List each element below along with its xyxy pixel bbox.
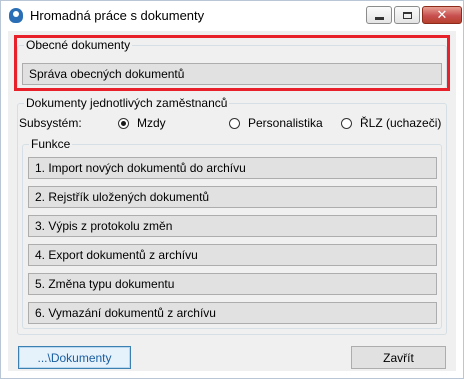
function-change-type-button[interactable]: 5. Změna typu dokumentu bbox=[28, 273, 437, 295]
documents-folder-button[interactable]: ...\Dokumenty bbox=[18, 346, 131, 369]
radio-personalistika-circle[interactable] bbox=[229, 117, 240, 129]
employee-documents-title: Dokumenty jednotlivých zaměstnanců bbox=[24, 96, 230, 110]
close-window-button[interactable]: ✕ bbox=[422, 6, 462, 24]
function-change-log-button[interactable]: 3. Výpis z protokolu změn bbox=[28, 215, 437, 237]
minimize-icon bbox=[374, 16, 384, 20]
function-import-button[interactable]: 1. Import nových dokumentů do archívu bbox=[28, 157, 437, 179]
radio-mzdy-label: Mzdy bbox=[137, 116, 166, 130]
radio-rlz-label: ŘLZ (uchazeči) bbox=[360, 116, 442, 130]
maximize-button[interactable] bbox=[394, 6, 420, 24]
minimize-button[interactable] bbox=[366, 6, 392, 24]
maximize-icon bbox=[402, 11, 412, 19]
radio-mzdy[interactable]: Mzdy bbox=[118, 116, 166, 130]
subsystem-row: Subsystém: Mzdy Personalistika ŘLZ (ucha… bbox=[19, 116, 441, 132]
function-register-button[interactable]: 2. Rejstřík uložených dokumentů bbox=[28, 186, 437, 208]
functions-title: Funkce bbox=[29, 137, 73, 151]
radio-personalistika[interactable]: Personalistika bbox=[229, 116, 323, 130]
subsystem-label: Subsystém: bbox=[19, 116, 82, 130]
radio-mzdy-circle[interactable] bbox=[118, 117, 129, 129]
function-delete-button[interactable]: 6. Vymazání dokumentů z archívu bbox=[28, 302, 437, 324]
close-button[interactable]: Zavřít bbox=[351, 346, 446, 369]
window-title: Hromadná práce s dokumenty bbox=[30, 8, 205, 23]
dialog-client-area: Obecné dokumenty Správa obecných dokumen… bbox=[8, 31, 456, 371]
title-bar: Hromadná práce s dokumenty ✕ bbox=[0, 0, 464, 31]
close-icon: ✕ bbox=[436, 7, 448, 23]
radio-personalistika-label: Personalistika bbox=[248, 116, 323, 130]
highlight-frame bbox=[14, 35, 450, 91]
function-export-button[interactable]: 4. Export dokumentů z archívu bbox=[28, 244, 437, 266]
radio-rlz[interactable]: ŘLZ (uchazeči) bbox=[341, 116, 441, 130]
app-icon bbox=[9, 8, 23, 23]
radio-rlz-circle[interactable] bbox=[341, 117, 352, 129]
